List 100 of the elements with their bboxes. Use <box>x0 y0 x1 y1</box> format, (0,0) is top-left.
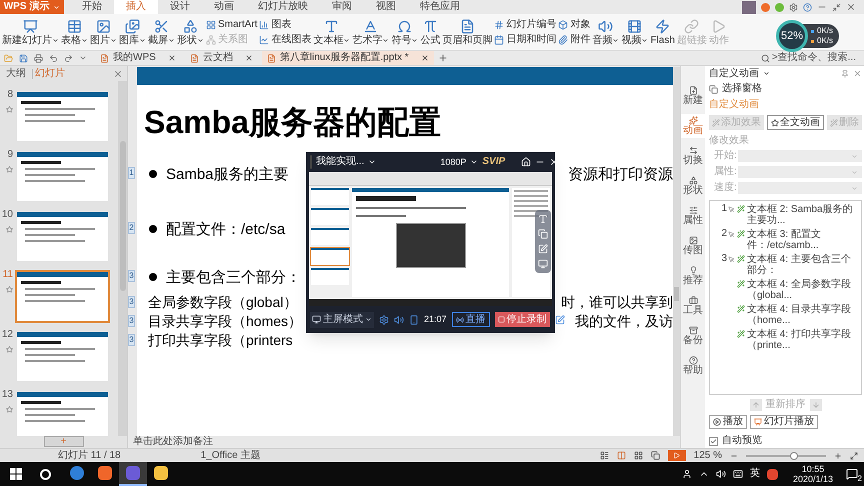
ribbon-button[interactable]: 公式 <box>420 18 440 46</box>
ribbon-button[interactable]: 音频 <box>592 18 620 46</box>
app-menu-button[interactable]: WPS 演示 <box>0 0 64 14</box>
star-icon <box>6 166 13 173</box>
slider-thumb[interactable] <box>790 452 798 460</box>
document-tab[interactable]: 我的WPS <box>95 51 181 65</box>
menu-tab[interactable]: 视图 <box>364 0 408 14</box>
mode-dropdown[interactable]: 主屏模式 <box>310 312 374 328</box>
play-button[interactable]: 播放 <box>709 415 747 429</box>
menu-tab[interactable]: 设计 <box>158 0 202 14</box>
menu-tab[interactable]: 动画 <box>202 0 246 14</box>
close-icon <box>244 54 253 62</box>
checkbox[interactable] <box>709 436 718 446</box>
ribbon-button[interactable]: 艺术字 <box>352 18 390 46</box>
paperclip-icon <box>558 34 568 44</box>
dropdown-field[interactable] <box>738 150 862 162</box>
document-tab[interactable]: 云文档 <box>184 51 258 65</box>
side-tab[interactable]: 推荐 <box>681 264 705 288</box>
clock-date[interactable]: 2020/1/13 <box>792 474 833 484</box>
live-button[interactable]: 直播 <box>452 312 490 327</box>
ribbon-button[interactable]: 新建幻灯片 <box>2 18 59 46</box>
side-tab[interactable]: 切换 <box>681 144 705 168</box>
ribbon-button[interactable]: 页眉和页脚 <box>442 18 492 46</box>
pane-title[interactable]: 自定义动画 <box>709 68 759 78</box>
ribbon-button[interactable]: 形状 <box>177 18 204 46</box>
app-icon <box>126 466 140 480</box>
ribbon-button[interactable]: 截屏 <box>148 18 175 46</box>
menu-tab[interactable]: 审阅 <box>320 0 364 14</box>
ribbon-button[interactable]: 符号 <box>391 18 418 46</box>
shapes-icon <box>183 18 198 34</box>
notes-placeholder[interactable]: 单击此处添加备注 <box>133 437 213 447</box>
ribbon-button[interactable]: SmartArt <box>206 20 258 30</box>
taskbar-app[interactable] <box>119 462 147 486</box>
help-icon <box>803 2 812 12</box>
stop-recording-button[interactable]: 停止录制 <box>494 312 550 327</box>
slide-number: 9 <box>7 150 13 160</box>
ribbon-button[interactable]: 图表 <box>259 20 312 30</box>
side-tab[interactable]: 新建 <box>681 84 705 108</box>
side-tab[interactable]: 帮助 <box>681 354 705 378</box>
effect-item[interactable]: 文本框 4: 目录共享字段（home... <box>713 304 858 326</box>
ribbon-button[interactable]: Flash <box>650 18 675 46</box>
effect-item[interactable]: 1 文本框 2: Samba服务的主要功... <box>713 204 858 226</box>
effect-item[interactable]: 文本框 4: 全局参数字段（global... <box>713 279 858 301</box>
side-tab[interactable]: 备份 <box>681 324 705 348</box>
home-icon <box>521 157 532 167</box>
ribbon-button[interactable]: 幻灯片编号 <box>494 20 556 30</box>
close-icon <box>168 54 176 62</box>
ribbon-button[interactable]: 附件 <box>558 34 590 44</box>
body-text: 全局参数字段（global） <box>148 294 298 308</box>
download-speed: 0K/s <box>811 37 834 45</box>
ribbon-button[interactable]: 日期和时间 <box>494 34 556 44</box>
effect-label: 文本框 4: 主要包含三个部分： <box>747 254 852 276</box>
field-label: 速度: <box>714 183 734 193</box>
side-tab[interactable]: 动画 <box>681 114 705 138</box>
slide-thumbnail[interactable] <box>15 270 110 323</box>
menu-tab[interactable]: 特色应用 <box>408 0 472 14</box>
redo-icon <box>64 54 73 62</box>
slide-number: 8 <box>7 90 13 100</box>
dropdown-field[interactable] <box>738 182 862 194</box>
mouse-pointer-icon <box>728 206 735 212</box>
input-method[interactable]: 英 <box>750 469 760 479</box>
effect-item[interactable]: 文本框 4: 打印共享字段（printe... <box>713 329 858 351</box>
caret-icon <box>365 316 372 323</box>
effect-item[interactable]: 2 文本框 3: 配置文件：/etc/samb... <box>713 229 858 251</box>
ribbon-button[interactable]: 对象 <box>558 20 590 30</box>
dropdown-field[interactable] <box>738 166 862 178</box>
settings-icon <box>379 314 389 324</box>
side-tab[interactable]: 传图 <box>681 234 705 258</box>
windows-logo-icon[interactable] <box>10 468 22 480</box>
slideshow-button[interactable] <box>668 450 686 461</box>
side-tab[interactable]: 形状 <box>681 174 705 198</box>
ribbon-button[interactable]: 视频 <box>621 18 648 46</box>
presentation-icon <box>23 18 38 34</box>
side-tab[interactable]: 属性 <box>681 204 705 228</box>
side-tab[interactable]: 工具 <box>681 294 705 318</box>
ribbon-button[interactable]: 文本框 <box>313 18 350 46</box>
app-tray-icon[interactable] <box>766 468 778 480</box>
search-field[interactable]: >查找命令、搜索... <box>760 53 864 63</box>
panel-tab[interactable]: 大纲 <box>4 68 28 78</box>
clock-time[interactable]: 10:55 <box>802 464 824 474</box>
ribbon-button[interactable]: 图片 <box>90 18 117 46</box>
wand-icon <box>737 205 745 213</box>
menu-tab[interactable]: 插入 <box>114 0 158 14</box>
search-icon[interactable] <box>40 468 51 480</box>
selection-pane-link[interactable]: 选择窗格 <box>722 84 762 94</box>
ribbon-button[interactable]: 图库 <box>119 18 146 46</box>
effect-item[interactable]: 3 文本框 4: 主要包含三个部分： <box>713 254 858 276</box>
quality-label[interactable]: 1080P <box>440 158 466 166</box>
omega-icon <box>397 18 412 34</box>
slideshow-button[interactable]: 幻灯片播放 <box>750 415 818 429</box>
play-icon <box>711 18 726 34</box>
ribbon-button[interactable]: 在线图表 <box>259 34 312 44</box>
scrollbar[interactable] <box>118 81 127 436</box>
person-icon <box>682 469 692 479</box>
document-tab[interactable]: 第八章linux服务器配置.pptx * <box>262 51 434 65</box>
effect-button[interactable]: 全文动画 <box>767 115 824 130</box>
ribbon-button[interactable]: 表格 <box>61 18 88 46</box>
menu-tab[interactable]: 开始 <box>70 0 114 14</box>
menu-tab[interactable]: 幻灯片放映 <box>246 0 320 14</box>
scrollbar[interactable] <box>673 67 680 436</box>
